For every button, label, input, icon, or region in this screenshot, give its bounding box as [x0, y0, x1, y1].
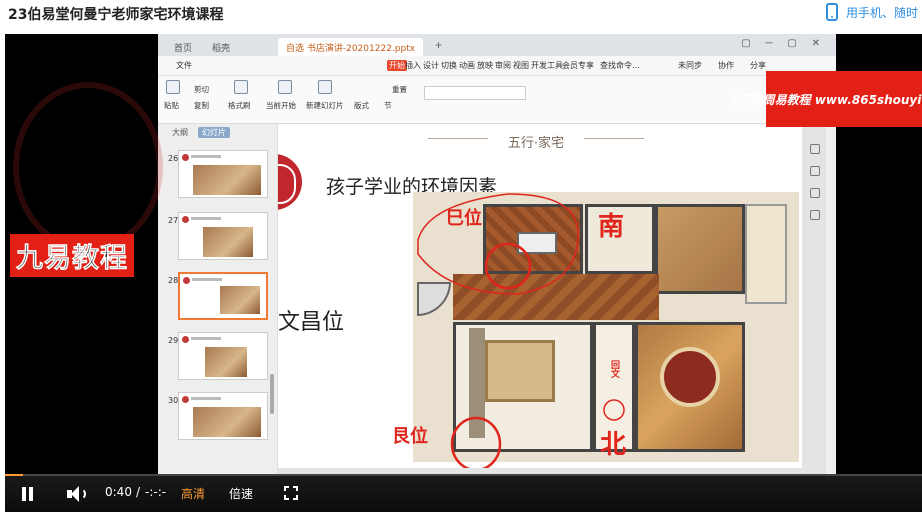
new-slide-icon: [318, 80, 332, 94]
menu-sync: 未同步: [678, 61, 702, 70]
outline-scrollbar: [270, 374, 274, 414]
wps-right-toolbar: [806, 144, 826, 232]
wps-tab-docer: 稻壳: [212, 44, 231, 54]
pin-icon: [810, 166, 820, 176]
ribbon-layout: 版式: [354, 101, 369, 110]
slide-thumbnail: [178, 332, 268, 380]
slide-thumbnail: [178, 392, 268, 440]
window-controls: ▢ ─ ▢ ✕: [741, 38, 826, 49]
page-header: 23伯易堂何曼宁老师家宅环境课程 用手机、随时: [0, 0, 922, 34]
brand-right-text: 上万宅周易教程 www.865shouyiu.com: [726, 92, 922, 107]
ribbon-current-start: 当前开始: [266, 101, 296, 110]
player-controls: 0:40 / -:-:- 高清 倍速: [5, 476, 922, 512]
slide: 五行·家宅 孩子学业的环境因素 文昌位 巳位 南 艮位 北 回文: [278, 124, 802, 468]
menu-transition: 切换: [441, 61, 457, 70]
slide-number: 26: [168, 154, 179, 163]
annotation-north: 北: [600, 430, 627, 460]
start-icon: [278, 80, 292, 94]
fullscreen-icon[interactable]: [284, 486, 298, 500]
annotation-layer: [417, 193, 625, 468]
paste-icon: [166, 80, 180, 94]
layout-icon: [810, 188, 820, 198]
menu-member: 会员专享: [562, 61, 594, 70]
outline-panel: 大纲 幻灯片 26 27 28 29 30: [158, 124, 278, 474]
mobile-watch-link[interactable]: 用手机、随时: [826, 2, 918, 22]
menu-animation: 动画: [459, 61, 475, 70]
slide-canvas: 五行·家宅 孩子学业的环境因素 文昌位 巳位 南 艮位 北 回文: [278, 124, 826, 474]
menu-file: 文件: [176, 61, 192, 70]
annotation-gen-position: 艮位: [392, 426, 428, 447]
slide-thumbnail: [178, 212, 268, 260]
time-separator: /: [136, 485, 141, 499]
menu-share: 分享: [750, 61, 766, 70]
ribbon-new-slide: 新建幻灯片: [306, 101, 344, 110]
font-name-box: [424, 86, 526, 100]
si-circle: [484, 242, 532, 290]
wps-tab-document: 自选 书店演讲-20201222.pptx: [278, 38, 424, 56]
menu-search: 查找命令...: [600, 61, 640, 70]
annotation-corridor: 回文: [609, 360, 619, 378]
slide-number: 29: [168, 336, 179, 345]
brand-banner-right: 上万宅周易教程 www.865shouyiu.com: [727, 71, 922, 127]
quality-button[interactable]: 高清: [181, 485, 205, 502]
speed-button[interactable]: 倍速: [229, 485, 253, 502]
mobile-link-label: 用手机、随时: [846, 5, 919, 20]
menu-insert: 插入: [405, 61, 421, 70]
annotation-si-position: 巳位: [446, 208, 482, 229]
outline-tab-outline: 大纲: [172, 128, 188, 137]
ribbon-reset: 重置: [392, 85, 407, 94]
slide-number: 27: [168, 216, 179, 225]
slide-number: 28: [168, 276, 179, 285]
menu-design: 设计: [423, 61, 439, 70]
total-time: -:-:-: [145, 485, 167, 499]
video-player[interactable]: 首页 稻壳 自选 书店演讲-20201222.pptx + ▢ ─ ▢ ✕ 文件…: [5, 34, 922, 512]
help-icon: [810, 210, 820, 220]
new-tab-icon: +: [435, 38, 443, 52]
current-time: 0:40: [105, 485, 132, 499]
outline-tab-slides: 幻灯片: [198, 127, 230, 138]
menu-slideshow: 放映: [477, 61, 493, 70]
north-circle: [603, 399, 625, 421]
pause-icon[interactable]: [19, 487, 35, 501]
wps-tab-bar: 首页 稻壳 自选 书店演讲-20201222.pptx + ▢ ─ ▢ ✕: [158, 34, 836, 56]
slide-number: 30: [168, 396, 179, 405]
ribbon-format-painter: 格式刷: [228, 101, 251, 110]
wps-tab-home: 首页: [174, 44, 193, 54]
phone-icon: [826, 3, 838, 21]
slide-thumbnail-selected: [178, 272, 268, 320]
wps-right-strip: [826, 124, 836, 474]
si-loop: [417, 193, 579, 295]
ribbon-cut: 剪切: [194, 85, 209, 94]
volume-icon[interactable]: [67, 485, 87, 503]
menu-collab: 协作: [718, 61, 734, 70]
ribbon-copy: 复制: [194, 101, 209, 110]
annotation-south: 南: [598, 212, 625, 242]
page-title: 23伯易堂何曼宁老师家宅环境课程: [8, 7, 224, 23]
properties-icon: [810, 144, 820, 154]
menu-home: 开始: [387, 60, 407, 71]
brand-left-text: 九易教程: [16, 243, 128, 275]
menu-view: 视图: [513, 61, 529, 70]
wps-menu-bar: 文件 开始 插入 设计 切换 动画 放映 审阅 视图 开发工具 会员专享 查找命…: [158, 56, 836, 76]
menu-developer: 开发工具: [531, 61, 563, 70]
menu-review: 审阅: [495, 61, 511, 70]
slide-thumbnail: [178, 150, 268, 198]
watermark-seal-icon: [13, 82, 163, 252]
gen-circle: [450, 416, 502, 468]
outline-tabs: 大纲 幻灯片: [158, 124, 278, 142]
ribbon-paste: 粘贴: [164, 101, 179, 110]
format-painter-icon: [234, 80, 248, 94]
brand-banner-left: 九易教程: [10, 234, 134, 277]
ribbon-section: 节: [384, 101, 392, 110]
